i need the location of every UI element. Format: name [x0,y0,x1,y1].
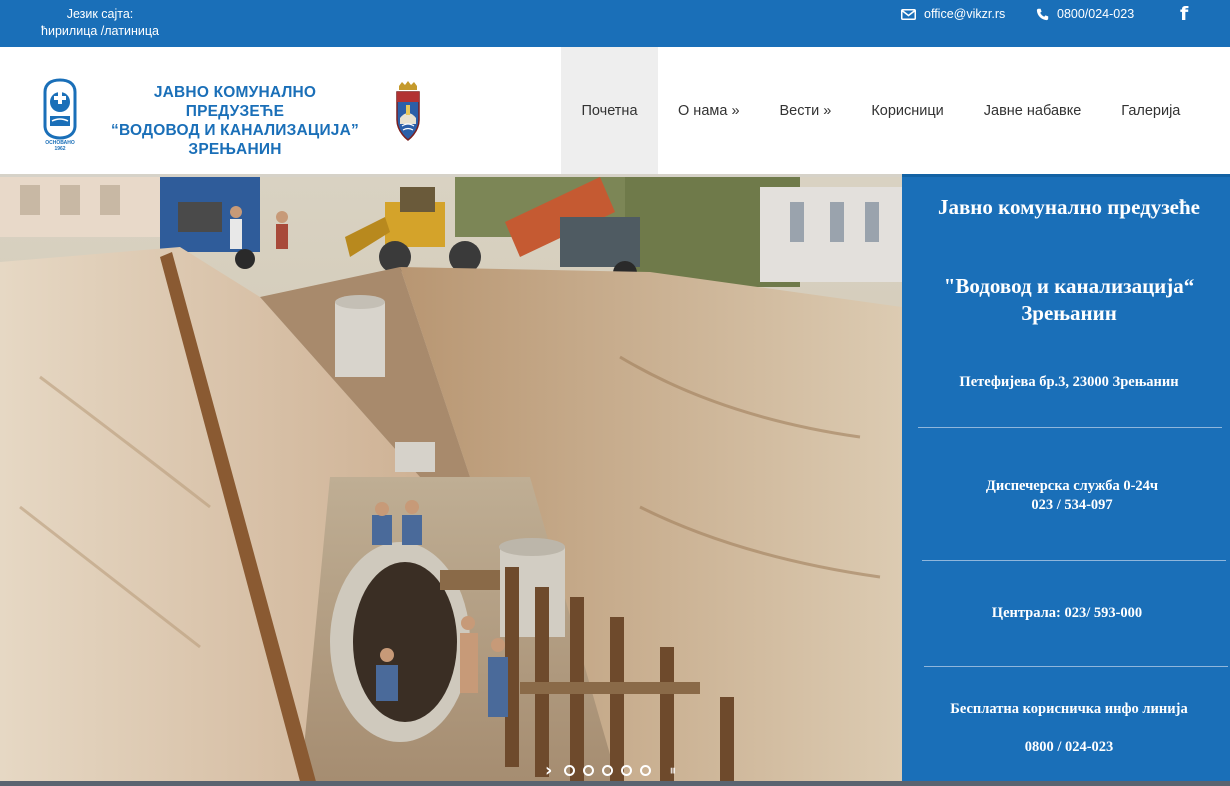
slider-dot-5[interactable] [640,765,652,776]
language-latin-link[interactable]: латиница [104,24,159,38]
chevron-right-icon[interactable]: › [545,760,552,781]
info-title: Јавно комунално предузеће [937,195,1201,219]
info-dispatch: Диспечерска служба 0-24ч 023 / 534-097 [902,477,1230,515]
logo-line-2: “ВОДОВОД И КАНАЛИЗАЦИЈА” [111,122,359,139]
nav-item-public-procurement[interactable]: Јавне набавке [964,47,1102,174]
city-coat-of-arms-icon [396,81,420,141]
info-name-line-1: "Водовод и канализација“ [943,274,1195,298]
info-central: Централа: 023/ 593-000 [991,605,1143,621]
site-header: ОСНОВАНО 1962 ЈАВНО КОМУНАЛНО ПРЕДУЗЕЋЕ … [0,47,1230,174]
slider-dot-3[interactable] [602,765,614,776]
info-divider-1 [918,427,1222,428]
logo-line-3: ЗРЕЊАНИН [188,141,282,158]
pause-icon[interactable]: ⏸ [669,763,676,779]
info-free-line-label: Бесплатна корисничка инфо линија [950,701,1188,717]
company-emblem-icon[interactable]: ОСНОВАНО 1962 [42,78,78,153]
info-divider-2 [922,560,1226,561]
contact-info-panel: Јавно комунално предузеће "Водовод и кан… [902,174,1230,786]
slider-dot-4[interactable] [621,765,633,776]
language-cyrillic-link[interactable]: ћирилица [41,24,97,38]
slider-image [0,177,902,786]
main-navigation: Почетна О нама » Вести » Корисници Јавне… [561,47,1200,174]
email-contact[interactable]: office@vikzr.rs [901,7,1005,21]
info-free-line-phone: 0800 / 024-023 [1024,739,1114,755]
info-divider-3 [924,666,1228,667]
phone-icon [1036,8,1049,20]
phone-number: 0800/024-023 [1057,7,1135,21]
info-dispatch-label: Диспечерска служба 0-24ч [985,478,1159,494]
slider-dot-1[interactable] [564,765,576,776]
slider-dot-2[interactable] [583,765,595,776]
company-logo-text[interactable]: ЈАВНО КОМУНАЛНО ПРЕДУЗЕЋЕ “ВОДОВОД И КАН… [110,83,360,159]
top-bar: Језик сајта: ћирилица /латиница office@v… [0,0,1230,47]
nav-item-gallery[interactable]: Галерија [1101,47,1200,174]
nav-item-news[interactable]: Вести » [760,47,852,174]
language-switcher: Језик сајта: ћирилица /латиница [35,6,165,40]
phone-contact[interactable]: 0800/024-023 [1036,7,1134,21]
facebook-icon[interactable]: f [1180,3,1188,25]
bottom-strip [0,781,1230,786]
info-company-name: "Водовод и канализација“ Зрењанин [902,273,1230,327]
emblem-year-text: 1962 [54,146,65,152]
nav-item-customers[interactable]: Корисници [851,47,963,174]
language-label: Језик сајта: [66,7,134,21]
info-name-line-2: Зрењанин [1021,301,1117,325]
info-address: Петефијева бр.3, 23000 Зрењанин [959,374,1179,390]
slider-controls: › ⏸ [545,760,676,781]
envelope-icon [901,8,916,20]
email-address: office@vikzr.rs [924,7,1006,21]
nav-item-about[interactable]: О нама » [658,47,760,174]
nav-item-home[interactable]: Почетна [561,47,658,174]
hero-slider[interactable]: › ⏸ [0,174,902,786]
info-dispatch-phone: 023 / 534-097 [1031,497,1113,513]
logo-line-1: ЈАВНО КОМУНАЛНО ПРЕДУЗЕЋЕ [153,84,317,120]
